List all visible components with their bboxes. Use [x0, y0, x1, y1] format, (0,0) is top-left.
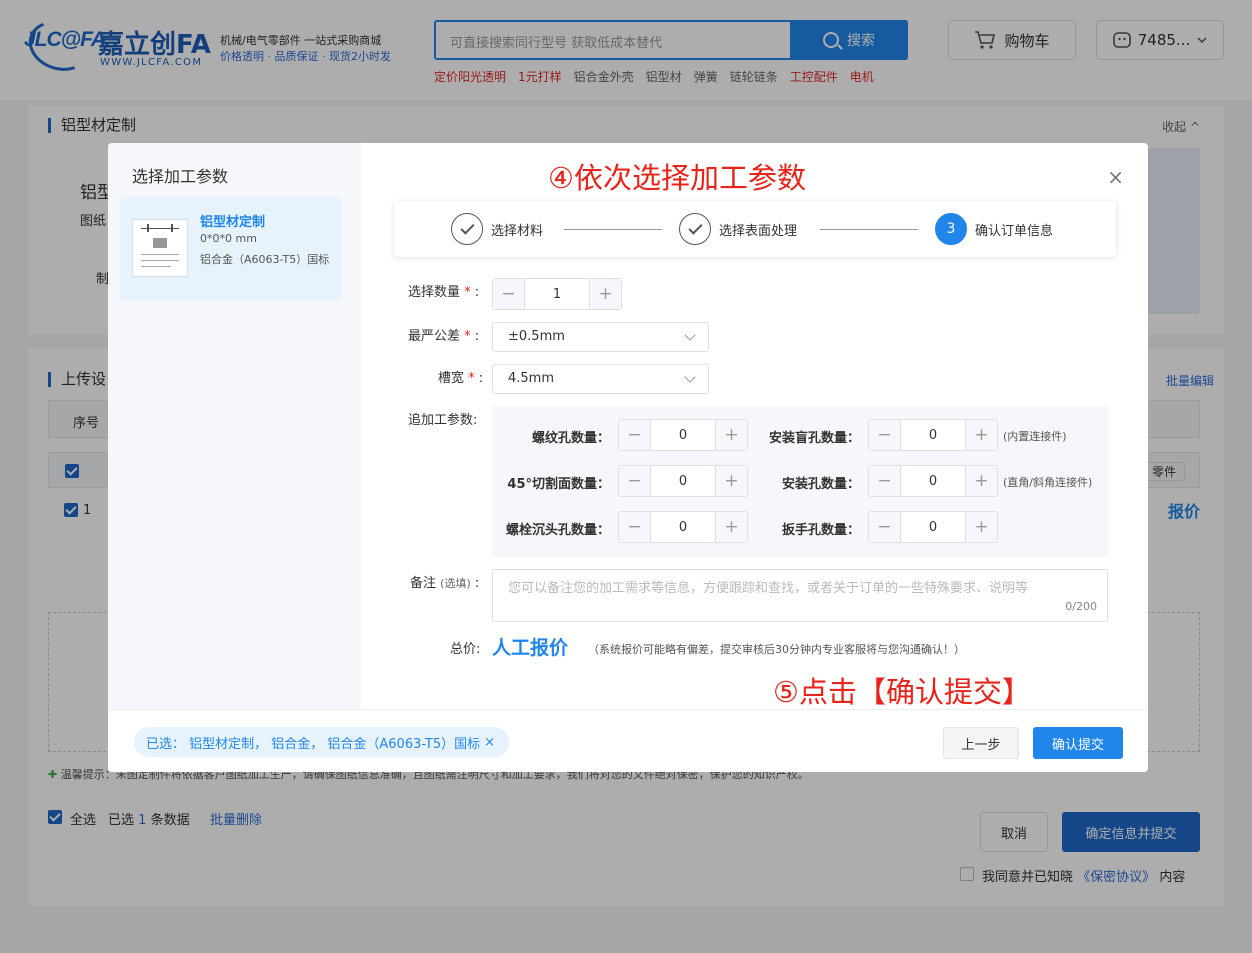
decrement-button[interactable]: − [619, 420, 651, 450]
extra-param-value[interactable]: 0 [651, 520, 715, 535]
product-name: 铝型材定制 [200, 215, 266, 230]
params-dialog: 选择加工参数 铝型材定制 0*0*0 mm 铝合金（A6063-T5）国标 ④依… [108, 143, 1148, 772]
tolerance-value: ±0.5mm [508, 329, 565, 344]
product-material: 铝合金（A6063-T5）国标 [200, 253, 330, 266]
prev-step-button[interactable]: 上一步 [943, 727, 1019, 759]
step-select-material[interactable]: 选择材料 [451, 213, 543, 245]
step-connector [820, 229, 918, 230]
extra-param-label: 扳手孔数量： [781, 523, 860, 538]
step-label: 选择材料 [491, 223, 544, 239]
decrement-button[interactable]: − [493, 279, 525, 309]
extra-param-label: 安装盲孔数量： [768, 431, 860, 446]
decrement-button[interactable]: − [619, 512, 651, 542]
extra-params-label: 追加工参数: [408, 413, 478, 428]
extra-param-stepper[interactable]: −0 + [868, 511, 998, 543]
step-number: 3 [935, 213, 967, 245]
slot-width-label: 槽宽 * : [438, 371, 484, 386]
increment-button[interactable]: + [715, 512, 747, 542]
decrement-button[interactable]: − [619, 466, 651, 496]
decrement-button[interactable]: − [869, 512, 901, 542]
increment-button[interactable]: + [965, 512, 997, 542]
quantity-value[interactable]: 1 [525, 287, 589, 302]
tag-close-icon[interactable]: × [484, 735, 495, 750]
dialog-sidebar-title: 选择加工参数 [132, 167, 229, 186]
decrement-button[interactable]: − [869, 466, 901, 496]
product-dimensions: 0*0*0 mm [200, 232, 257, 245]
slot-width-value: 4.5mm [508, 371, 555, 386]
extra-param-stepper[interactable]: −0 + [618, 465, 748, 497]
total-label: 总价: [450, 642, 481, 657]
extra-param-value[interactable]: 0 [651, 474, 715, 489]
step-confirm-order[interactable]: 3 确认订单信息 [935, 213, 1053, 245]
extra-param-stepper[interactable]: −0 + [618, 511, 748, 543]
increment-button[interactable]: + [965, 466, 997, 496]
annotation-step4: ④依次选择加工参数 [548, 161, 806, 195]
slot-width-select[interactable]: 4.5mm [492, 364, 709, 394]
extra-param-value[interactable]: 0 [901, 520, 965, 535]
extra-param-stepper[interactable]: −0 + [868, 419, 998, 451]
remark-textarea[interactable]: 您可以备注您的加工需求等信息，方便跟踪和查找，或者关于订单的一些特殊要求、说明等… [492, 569, 1108, 622]
step-label: 确认订单信息 [975, 223, 1054, 239]
decrement-button[interactable]: − [869, 420, 901, 450]
tolerance-label: 最严公差 * : [408, 329, 480, 344]
extra-param-note: (内置连接件) [1003, 430, 1067, 443]
extra-param-label: 螺栓沉头孔数量： [505, 523, 610, 538]
extra-param-value[interactable]: 0 [901, 428, 965, 443]
extra-param-value[interactable]: 0 [901, 474, 965, 489]
confirm-submit-button[interactable]: 确认提交 [1033, 727, 1123, 759]
total-price: 人工报价 [492, 637, 569, 659]
increment-button[interactable]: + [589, 279, 621, 309]
quantity-label: 选择数量 * : [408, 285, 480, 300]
extra-param-note: (直角/斜角连接件) [1003, 476, 1093, 489]
chevron-down-icon [684, 371, 696, 383]
close-icon[interactable]: × [1107, 165, 1124, 189]
extra-param-value[interactable]: 0 [651, 428, 715, 443]
extra-param-label: 45°切割面数量： [507, 477, 610, 492]
extra-param-label: 螺纹孔数量： [531, 431, 610, 446]
total-note: （系统报价可能略有偏差，提交审核后30分钟内专业客服将与您沟通确认！） [588, 643, 965, 656]
step-connector [564, 229, 662, 230]
product-drawing-thumbnail [132, 219, 188, 277]
increment-button[interactable]: + [715, 420, 747, 450]
extra-param-label: 安装孔数量： [781, 477, 860, 492]
extra-param-stepper[interactable]: −0 + [618, 419, 748, 451]
selected-tag[interactable]: 已选： 铝型材定制， 铝合金， 铝合金（A6063-T5）国标 × [134, 727, 509, 757]
selected-tag-label: 已选： 铝型材定制， 铝合金， 铝合金（A6063-T5）国标 [146, 736, 481, 752]
step-label: 选择表面处理 [719, 223, 798, 239]
progress-steps: 选择材料 选择表面处理 3 确认订单信息 [394, 201, 1116, 257]
increment-button[interactable]: + [715, 466, 747, 496]
tolerance-select[interactable]: ±0.5mm [492, 322, 709, 352]
remark-char-count: 0/200 [1065, 600, 1097, 613]
dialog-sidebar: 选择加工参数 铝型材定制 0*0*0 mm 铝合金（A6063-T5）国标 [108, 143, 361, 709]
check-icon [451, 213, 483, 245]
chevron-down-icon [684, 329, 696, 341]
annotation-step5: ⑤点击【确认提交】 [773, 675, 1031, 709]
quantity-stepper[interactable]: − 1 + [492, 278, 622, 310]
product-card[interactable]: 铝型材定制 0*0*0 mm 铝合金（A6063-T5）国标 [120, 197, 342, 301]
step-surface-treatment[interactable]: 选择表面处理 [679, 213, 797, 245]
remark-placeholder: 您可以备注您的加工需求等信息，方便跟踪和查找，或者关于订单的一些特殊要求、说明等 [508, 581, 1029, 596]
remark-label: 备注 (选填) : [410, 576, 480, 591]
extra-param-stepper[interactable]: −0 + [868, 465, 998, 497]
check-icon [679, 213, 711, 245]
increment-button[interactable]: + [965, 420, 997, 450]
dialog-footer: 已选： 铝型材定制， 铝合金， 铝合金（A6063-T5）国标 × 上一步 确认… [108, 709, 1148, 772]
